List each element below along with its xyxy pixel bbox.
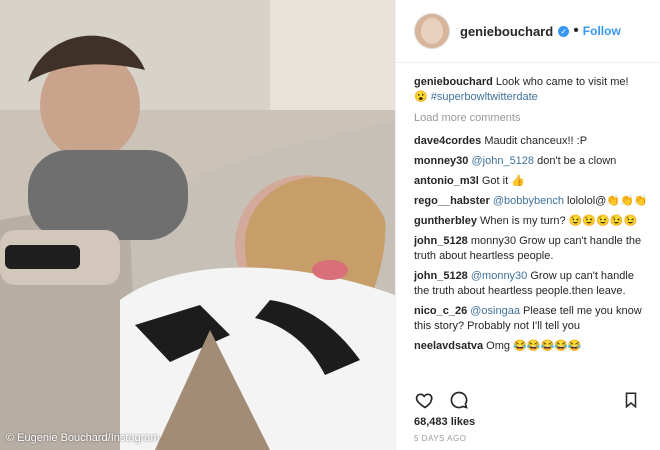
post-header: geniebouchard ✓ • Follow — [396, 0, 660, 63]
comment-text: lololol@👏👏👏 — [567, 195, 648, 207]
caption-text: Look who came to visit me! — [495, 76, 629, 88]
heart-icon[interactable] — [414, 389, 436, 411]
caption-author[interactable]: geniebouchard — [414, 76, 493, 88]
comment-row: neelavdsatva Omg 😂😂😂😂😂 — [414, 339, 650, 354]
comment-row: dave4cordes Maudit chanceux!! :P — [414, 134, 650, 149]
comment-mention[interactable]: @john_5128 — [471, 155, 534, 167]
comment-username[interactable]: guntherbley — [414, 215, 477, 227]
separator-dot: • — [573, 22, 579, 39]
comment-username[interactable]: john_5128 — [414, 235, 468, 247]
comment-username[interactable]: john_5128 — [414, 270, 468, 282]
comment-text: Omg 😂😂😂😂😂 — [486, 340, 582, 352]
comments-section: geniebouchard Look who came to visit me!… — [396, 63, 660, 354]
post-actions — [414, 388, 642, 412]
comment-text: don't be a clown — [537, 155, 617, 167]
hashtag-link[interactable]: #superbowltwitterdate — [431, 91, 538, 103]
comment-row: nico_c_26 @osingaa Please tell me you kn… — [414, 304, 650, 334]
post-side-panel: geniebouchard ✓ • Follow geniebouchard L… — [395, 0, 660, 450]
comment-username[interactable]: neelavdsatva — [414, 340, 483, 352]
caption-emoji: 😮 — [414, 91, 428, 103]
comment-row: rego__habster @bobbybench lololol@👏👏👏 — [414, 194, 650, 209]
username[interactable]: geniebouchard — [460, 24, 553, 39]
comment-username[interactable]: monney30 — [414, 155, 468, 167]
comment-mention[interactable]: @monny30 — [471, 270, 527, 282]
post-photo: © Eugenie Bouchard/Instagram — [0, 0, 395, 450]
post-time: 5 DAYS AGO — [414, 434, 467, 443]
likes-count[interactable]: 68,483 likes — [414, 416, 475, 428]
verified-icon: ✓ — [558, 25, 570, 37]
avatar[interactable] — [414, 13, 450, 49]
comment-username[interactable]: dave4cordes — [414, 135, 481, 147]
comment-row: antonio_m3l Got it 👍 — [414, 174, 650, 189]
bookmark-icon[interactable] — [620, 389, 642, 411]
comment-row: monney30 @john_5128 don't be a clown — [414, 154, 650, 169]
comment-username[interactable]: nico_c_26 — [414, 305, 467, 317]
comment-text: Got it 👍 — [481, 175, 525, 187]
follow-button[interactable]: Follow — [583, 24, 621, 38]
comment-username[interactable]: rego__habster — [414, 195, 490, 207]
comment-row: john_5128 monny30 Grow up can't handle t… — [414, 234, 650, 264]
post-image — [0, 0, 395, 450]
instagram-post-screenshot: © Eugenie Bouchard/Instagram genieboucha… — [0, 0, 660, 450]
comment-text: When is my turn? 😉😉😉😉😉 — [480, 215, 638, 227]
comment-text: Maudit chanceux!! :P — [484, 135, 588, 147]
comment-username[interactable]: antonio_m3l — [414, 175, 479, 187]
comment-mention[interactable]: @osingaa — [470, 305, 520, 317]
comment-row: guntherbley When is my turn? 😉😉😉😉😉 — [414, 214, 650, 229]
load-more-comments-link[interactable]: Load more comments — [414, 111, 650, 126]
comment-mention[interactable]: @bobbybench — [493, 195, 564, 207]
comment-row: john_5128 @monny30 Grow up can't handle … — [414, 269, 650, 299]
post-caption: geniebouchard Look who came to visit me!… — [414, 75, 650, 105]
photo-credit: © Eugenie Bouchard/Instagram — [6, 432, 160, 444]
comment-icon[interactable] — [448, 389, 470, 411]
